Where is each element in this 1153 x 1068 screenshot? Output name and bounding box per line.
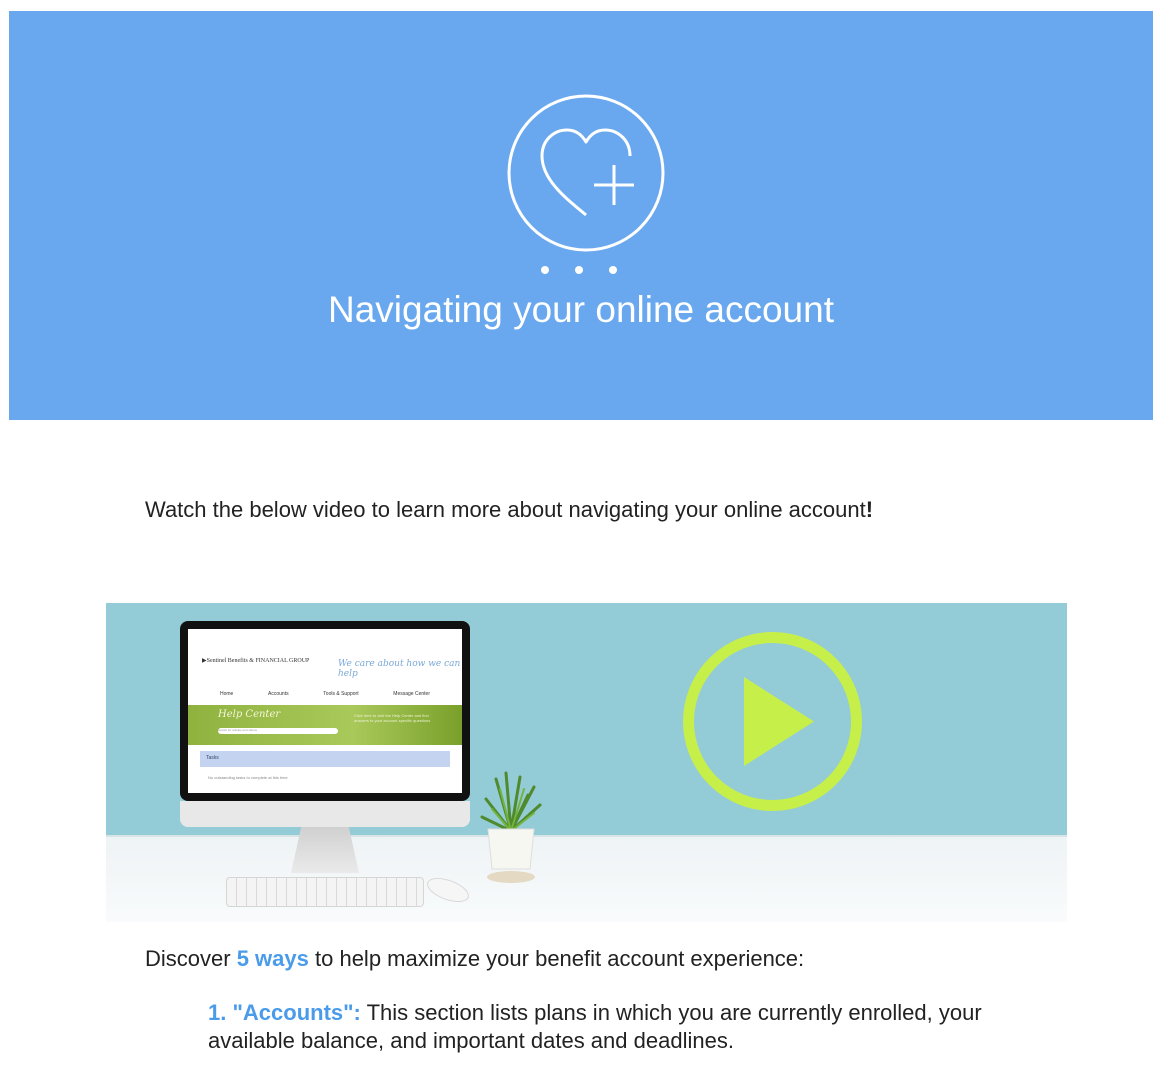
- desk-edge: [106, 835, 1067, 837]
- screen-nav-accounts: Accounts: [268, 691, 289, 697]
- discover-highlight: 5 ways: [236, 946, 309, 971]
- intro-text: Watch the below video to learn more abou…: [145, 495, 873, 525]
- plant-icon: [480, 771, 542, 883]
- screen-hero: Help Center search for articles and vide…: [188, 705, 462, 745]
- screen-nav: Home Accounts Tools & Support Message Ce…: [220, 691, 430, 697]
- screen-hero-search: search for articles and videos: [218, 728, 338, 734]
- discover-before: Discover: [145, 946, 231, 971]
- screen-nav-messages: Message Center: [393, 691, 430, 697]
- page-title: Navigating your online account: [328, 289, 834, 330]
- screen-tagline: We care about how we can help: [338, 659, 461, 679]
- video-thumbnail[interactable]: ▶Sentinel Benefits & FINANCIAL GROUP We …: [106, 603, 1067, 922]
- discover-after: to help maximize your benefit account ex…: [315, 946, 805, 971]
- monitor-chin: [180, 801, 470, 827]
- screen-hero-text: Click here to visit the Help Center and …: [354, 713, 431, 723]
- play-icon[interactable]: [680, 629, 865, 814]
- screen-nav-home: Home: [220, 691, 234, 697]
- list-item-heading: 1. "Accounts":: [208, 1000, 361, 1025]
- intro-sentence: Watch the below video to learn more abou…: [145, 497, 866, 522]
- monitor: ▶Sentinel Benefits & FINANCIAL GROUP We …: [180, 621, 470, 801]
- screen-nav-tools: Tools & Support: [323, 691, 359, 697]
- ellipsis-icon: [541, 266, 617, 274]
- intro-exclaim: !: [865, 497, 874, 522]
- heart-plus-icon: [507, 94, 665, 252]
- monitor-stand: [291, 827, 359, 873]
- screen-note: No outstanding tasks to complete at this…: [208, 775, 288, 780]
- keyboard: [226, 877, 424, 907]
- screen-logo: ▶Sentinel Benefits & FINANCIAL GROUP: [202, 658, 310, 664]
- header-banner: Navigating your online account: [9, 11, 1153, 420]
- discover-line: Discover 5 ways to help maximize your be…: [145, 944, 804, 974]
- list-item: 1. "Accounts": This section lists plans …: [208, 999, 1028, 1055]
- monitor-screen: ▶Sentinel Benefits & FINANCIAL GROUP We …: [188, 629, 462, 793]
- screen-tasks-bar: Tasks: [200, 751, 450, 767]
- screen-hero-title: Help Center: [218, 709, 281, 720]
- screen-tasks-label: Tasks: [206, 755, 219, 761]
